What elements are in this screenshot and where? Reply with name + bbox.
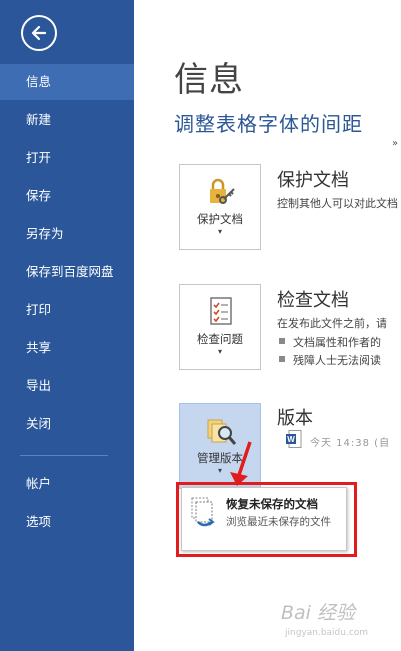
watermark-logo: Bai 经验	[281, 602, 355, 624]
inspect-bullet-text: 文档属性和作者的	[293, 336, 381, 349]
chevron-down-icon: ▾	[217, 227, 222, 236]
red-arrow-icon	[230, 441, 252, 486]
sidebar-item-new[interactable]: 新建	[0, 102, 134, 138]
check-issues-label: 检查问题	[197, 332, 243, 346]
protect-heading: 保护文档	[277, 170, 349, 191]
inspect-description: 在发布此文件之前，请	[277, 317, 387, 330]
watermark-url: jingyan.baidu.com	[285, 628, 369, 638]
sidebar-item-options[interactable]: 选项	[0, 504, 134, 540]
word-document-icon: W	[286, 430, 302, 448]
back-arrow-icon	[31, 25, 47, 41]
highlight-box	[176, 482, 357, 557]
sidebar-item-print[interactable]: 打印	[0, 292, 134, 328]
sidebar-item-info[interactable]: 信息	[0, 64, 134, 100]
baidu-watermark: Bai 经验 jingyan.baidu.com	[281, 598, 399, 646]
document-title: 调整表格字体的间距	[174, 112, 363, 136]
backstage-sidebar: 信息 新建 打开 保存 另存为 保存到百度网盘 打印 共享 导出 关闭 帐户 选…	[0, 0, 134, 651]
inspect-heading: 检查文档	[277, 290, 349, 311]
protect-document-label: 保护文档	[197, 212, 243, 226]
svg-text:W: W	[287, 435, 295, 444]
inspect-bullet-text: 残障人士无法阅读	[293, 354, 381, 367]
protect-document-button[interactable]: 保护文档 ▾	[179, 164, 261, 250]
version-entry-text: 今天 14:38 (自	[310, 438, 391, 449]
sidebar-item-save-as[interactable]: 另存为	[0, 216, 134, 252]
versions-heading: 版本	[277, 408, 313, 429]
lock-key-icon	[210, 178, 235, 204]
more-indicator[interactable]: »	[392, 138, 398, 149]
sidebar-divider	[20, 455, 108, 456]
inspect-bullet: 文档属性和作者的	[279, 334, 381, 350]
sidebar-item-save[interactable]: 保存	[0, 178, 134, 214]
sidebar-item-save-to-baidu[interactable]: 保存到百度网盘	[0, 254, 134, 290]
sidebar-item-close[interactable]: 关闭	[0, 406, 134, 442]
inspect-bullet: 残障人士无法阅读	[279, 352, 381, 368]
sidebar-item-share[interactable]: 共享	[0, 330, 134, 366]
sidebar-item-open[interactable]: 打开	[0, 140, 134, 176]
sidebar-item-export[interactable]: 导出	[0, 368, 134, 404]
check-issues-button[interactable]: 检查问题 ▾	[179, 284, 261, 370]
back-button[interactable]	[21, 15, 57, 51]
chevron-down-icon: ▾	[217, 347, 222, 356]
page-title: 信息	[174, 60, 244, 100]
document-checklist-icon	[210, 297, 232, 325]
sidebar-item-account[interactable]: 帐户	[0, 466, 134, 502]
protect-description: 控制其他人可以对此文档	[277, 197, 398, 210]
